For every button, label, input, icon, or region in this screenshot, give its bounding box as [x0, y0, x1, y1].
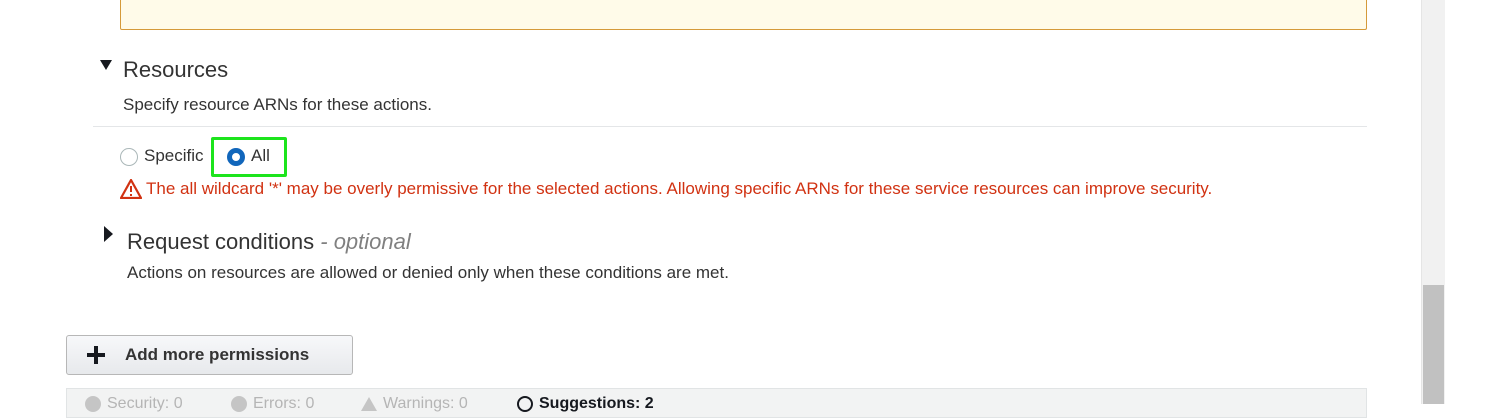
errors-label: Errors: 0 [253, 395, 315, 412]
selection-highlight [211, 137, 287, 177]
validation-status-bar: Security: 0 Errors: 0 Warnings: 0 Sugges… [66, 388, 1367, 418]
optional-label: - optional [320, 229, 411, 254]
request-conditions-description: Actions on resources are allowed or deni… [127, 263, 729, 282]
section-divider [93, 126, 1367, 127]
request-conditions-title[interactable]: Request conditions - optional [127, 229, 411, 255]
add-more-permissions-button[interactable]: Add more permissions [66, 335, 353, 375]
resources-description: Specify resource ARNs for these actions. [123, 95, 432, 114]
warnings-label: Warnings: 0 [383, 395, 468, 412]
suggestion-icon [517, 396, 533, 412]
add-more-permissions-label: Add more permissions [125, 345, 310, 364]
warning-triangle-icon [120, 179, 142, 199]
scrollbar-thumb[interactable] [1423, 285, 1444, 404]
warnings-count[interactable]: Warnings: 0 [361, 395, 468, 413]
suggestions-label: Suggestions: 2 [539, 395, 654, 412]
resources-title: Resources [123, 57, 229, 82]
plus-icon [87, 346, 105, 364]
errors-count[interactable]: Errors: 0 [231, 395, 314, 413]
radio-specific-label[interactable]: Specific [144, 146, 204, 166]
warning-text: The all wildcard '*' may be overly permi… [146, 179, 1213, 198]
security-count[interactable]: Security: 0 [85, 395, 183, 413]
wildcard-warning: The all wildcard '*' may be overly permi… [120, 177, 1212, 201]
suggestions-count[interactable]: Suggestions: 2 [517, 395, 654, 413]
warning-banner [120, 0, 1367, 30]
warning-icon [361, 397, 377, 411]
shield-icon [85, 396, 101, 412]
collapse-caret-icon[interactable] [100, 60, 112, 70]
request-conditions-label[interactable]: Request conditions [127, 229, 314, 254]
error-icon [231, 396, 247, 412]
expand-caret-icon[interactable] [104, 226, 113, 242]
security-label: Security: 0 [107, 395, 183, 412]
radio-specific[interactable] [120, 148, 138, 166]
